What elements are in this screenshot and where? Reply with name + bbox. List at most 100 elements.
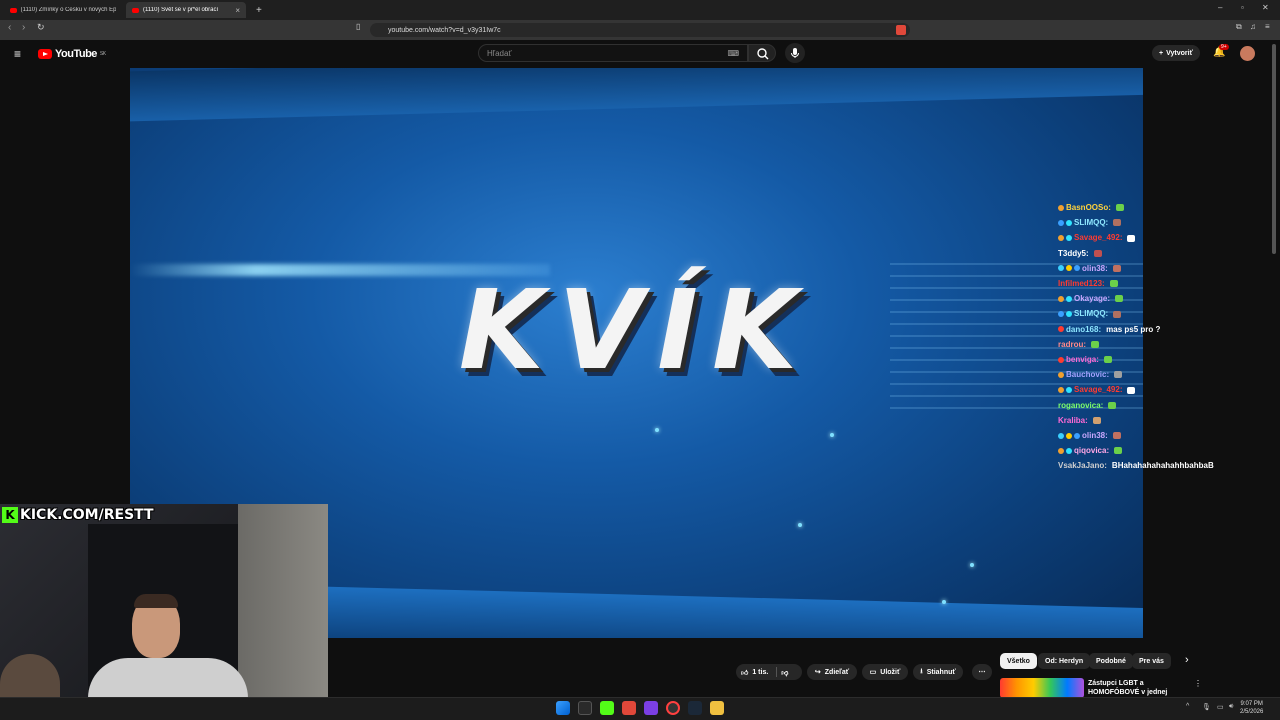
media-icon[interactable]: ♫ (1250, 22, 1256, 31)
like-dislike-group: 👍︎ 1 tis. 👎︎ (736, 664, 802, 680)
forward-icon[interactable]: › (22, 22, 25, 33)
minimize-icon[interactable]: – (1218, 3, 1222, 12)
chat-message: olin38: (1058, 261, 1258, 276)
keyboard-icon[interactable]: ⌨ (727, 49, 739, 58)
volume-icon[interactable]: 🔊︎ (1229, 703, 1233, 711)
chat-username: radrou: (1058, 339, 1086, 349)
menu-icon[interactable]: ≡ (1265, 22, 1270, 31)
kick-channel-badge: K KICK.COM/RESTT (2, 506, 154, 524)
streamer-hair (134, 594, 178, 608)
chat-badge-icon (1058, 356, 1064, 363)
close-window-icon[interactable]: ✕ (1262, 3, 1269, 12)
kick-app-icon[interactable] (600, 701, 614, 715)
chat-username: SLIMQQ: (1074, 309, 1109, 319)
windows-start-icon[interactable] (556, 701, 570, 715)
chat-username: Okayage: (1074, 294, 1111, 304)
share-button[interactable]: ↪ Zdieľať (807, 664, 857, 680)
browser-tab-bar: (1110) Zmínky o Česku v nových Epst (111… (0, 0, 1280, 20)
extensions-icon[interactable]: ⧉ (1236, 22, 1242, 32)
search-button[interactable] (748, 44, 776, 62)
chip-all[interactable]: Všetko (1000, 653, 1037, 669)
close-tab-icon[interactable]: × (235, 6, 240, 15)
download-button[interactable]: ⭳ Stiahnuť (913, 664, 963, 680)
chat-message: Okayage: (1058, 291, 1258, 306)
voice-search-button[interactable] (785, 43, 805, 63)
chip-for-you[interactable]: Pre vás (1132, 653, 1171, 669)
obs-icon[interactable] (666, 701, 680, 715)
chat-username: Savage_492: (1074, 385, 1123, 395)
steam-icon[interactable] (688, 701, 702, 715)
chat-message: T3ddy5: (1058, 246, 1258, 261)
brave-shield-icon[interactable] (896, 25, 906, 35)
browser-tab-1[interactable]: (1110) Zmínky o Česku v nových Epst (4, 2, 122, 18)
chat-badge-icon (1058, 326, 1064, 333)
create-button[interactable]: + Vytvoriť (1152, 45, 1200, 61)
divider (776, 667, 778, 677)
new-tab-button[interactable]: + (250, 2, 264, 18)
chat-username: olin38: (1082, 431, 1108, 441)
address-bar[interactable]: youtube.com/watch?v=d_v3y31Iw7c (370, 23, 910, 37)
sparkle (942, 600, 946, 604)
chat-badge-icon (1058, 204, 1064, 211)
chat-text: mas ps5 pro ? (1106, 324, 1161, 334)
search-input[interactable]: Hľadať ⌨ (478, 44, 748, 62)
browser-tab-2[interactable]: (1110) Svět se v pr*el obrací × (126, 2, 246, 18)
notification-count: 9+ (1219, 44, 1229, 50)
download-label: Stiahnuť (926, 668, 956, 676)
kick-url: KICK.COM/RESTT (20, 507, 154, 523)
video-frame-band-top (130, 68, 1143, 122)
display-tray-icon[interactable]: ▭ (1217, 703, 1224, 711)
kick-logo-icon: K (2, 507, 18, 523)
chat-emote-icon (1091, 340, 1099, 348)
file-explorer-icon[interactable] (710, 701, 724, 715)
tab-title: (1110) Svět se v pr*el obrací (143, 7, 219, 13)
hamburger-menu-icon[interactable]: ≡ (14, 47, 21, 61)
youtube-play-icon (38, 49, 52, 59)
chip-similar[interactable]: Podobné (1089, 653, 1133, 669)
chat-overlay: BasnOOSo: SLIMQQ: Savage_492: T3ddy5: olin38… (1058, 200, 1258, 474)
youtube-logo[interactable]: YouTube SK (38, 48, 106, 60)
region-code: SK (99, 51, 106, 57)
chat-message: benviga: (1058, 352, 1258, 367)
webcam-overlay (0, 504, 328, 720)
youtube-favicon (10, 7, 17, 13)
recommendation-thumbnail[interactable] (1000, 678, 1084, 698)
chat-badge-icon (1066, 235, 1072, 241)
maximize-icon[interactable]: ▫ (1241, 3, 1244, 12)
tray-chevron-icon[interactable]: ^ (1186, 703, 1189, 710)
bookmark-icon[interactable]: ▯ (356, 22, 360, 31)
chat-badge-icon (1058, 387, 1064, 394)
microphone-tray-icon[interactable]: 🎙︎ (1202, 703, 1211, 711)
chat-username: VsakJaJano: (1058, 461, 1107, 471)
chat-username: Kraliba: (1058, 415, 1088, 425)
chat-badge-icon (1058, 447, 1064, 454)
like-count[interactable]: 1 tis. (752, 669, 768, 676)
chat-username: dano168: (1066, 324, 1102, 334)
chat-badge-icon (1058, 219, 1064, 226)
brave-browser-icon[interactable] (622, 701, 636, 715)
chip-from-channel[interactable]: Od: Herdyn (1038, 653, 1091, 669)
chat-message: Savage_492: (1058, 382, 1258, 397)
chat-message: BasnOOSo: (1058, 200, 1258, 215)
recommendation-title[interactable]: Zástupci LGBT a HOMOFÓBOVÉ v jednej mies… (1088, 679, 1192, 697)
kebab-menu-icon[interactable]: ⋮ (1194, 679, 1202, 688)
system-clock[interactable]: 9:07 PM 2/5/2026 (1240, 700, 1263, 716)
scrollbar[interactable] (1272, 44, 1276, 254)
sparkle (970, 563, 974, 567)
chevron-right-icon[interactable]: › (1185, 654, 1189, 666)
chat-emote-icon (1113, 219, 1122, 227)
chat-badge-icon (1066, 265, 1072, 272)
save-button[interactable]: ▭ Uložiť (862, 664, 908, 680)
share-label: Zdieľať (824, 668, 850, 676)
app-icon[interactable] (644, 701, 658, 715)
notifications-button[interactable]: 🔔 9+ (1213, 44, 1229, 58)
task-view-icon[interactable] (578, 701, 592, 715)
more-actions-button[interactable]: ⋯ (972, 664, 992, 680)
reload-icon[interactable]: ↻ (37, 22, 45, 33)
back-icon[interactable]: ‹ (8, 22, 11, 33)
avatar[interactable] (1240, 46, 1255, 61)
chat-badge-icon (1058, 265, 1064, 272)
thumbs-up-icon[interactable]: 👍︎ (741, 668, 748, 677)
thumbs-down-icon[interactable]: 👎︎ (781, 668, 788, 677)
chat-username: Infilmed123: (1058, 279, 1105, 289)
